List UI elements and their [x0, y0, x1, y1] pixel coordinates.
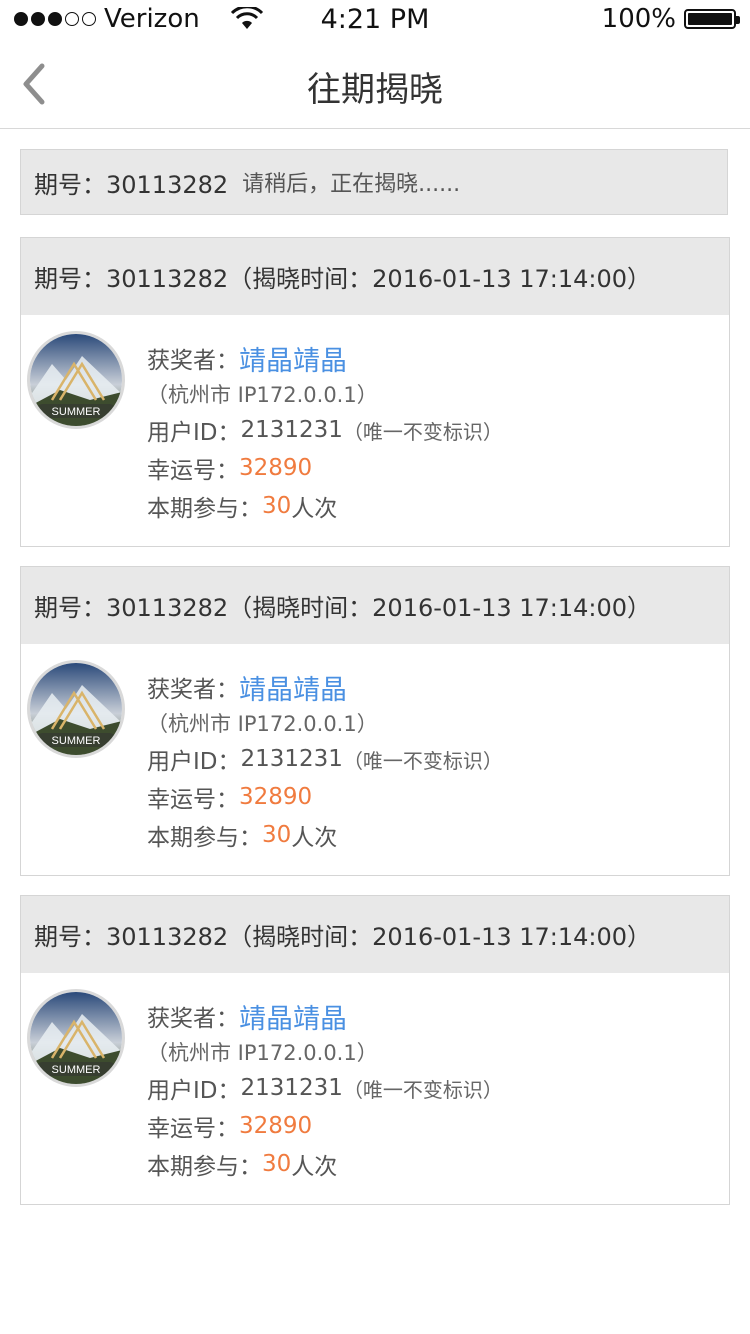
- participation-label: 本期参与：: [147, 825, 262, 851]
- winner-avatar[interactable]: SUMMER: [27, 331, 125, 429]
- user-id-value: 2131231: [240, 746, 343, 772]
- lucky-number-label: 幸运号：: [147, 1116, 239, 1142]
- navigation-bar: 往期揭晓: [0, 42, 750, 129]
- pending-issue-number: 期号：30113282: [34, 170, 229, 199]
- avatar-label: SUMMER: [52, 1064, 101, 1076]
- winner-row: 获奖者： 靖晶靖晶: [147, 339, 503, 377]
- record-body: SUMMER 获奖者： 靖晶靖晶 （杭州市 IP172.0.0.1） 用户ID：…: [21, 644, 729, 875]
- lucky-number-value: 32890: [239, 784, 313, 810]
- lucky-number-row: 幸运号： 32890: [147, 1107, 503, 1145]
- user-id-value: 2131231: [240, 1075, 343, 1101]
- record-body: SUMMER 获奖者： 靖晶靖晶 （杭州市 IP172.0.0.1） 用户ID：…: [21, 973, 729, 1204]
- user-id-label: 用户ID：: [147, 1078, 241, 1104]
- record-card[interactable]: 期号：30113282（揭晓时间：2016-01-13 17:14:00） SU…: [20, 566, 730, 876]
- record-header: 期号：30113282（揭晓时间：2016-01-13 17:14:00）: [21, 238, 729, 315]
- winner-info: 获奖者： 靖晶靖晶 （杭州市 IP172.0.0.1） 用户ID： 213123…: [147, 668, 503, 854]
- winner-name-link[interactable]: 靖晶靖晶: [239, 668, 347, 707]
- record-card[interactable]: 期号：30113282（揭晓时间：2016-01-13 17:14:00） SU…: [20, 895, 730, 1205]
- winner-info: 获奖者： 靖晶靖晶 （杭州市 IP172.0.0.1） 用户ID： 213123…: [147, 339, 503, 525]
- status-bar: Verizon 4:21 PM 100%: [0, 0, 750, 42]
- participation-row: 本期参与： 30 人次: [147, 487, 503, 525]
- avatar-image: SUMMER: [30, 663, 122, 755]
- winner-name-link[interactable]: 靖晶靖晶: [239, 997, 347, 1036]
- page-title: 往期揭晓: [307, 70, 443, 110]
- participation-label: 本期参与：: [147, 1154, 262, 1180]
- participation-label: 本期参与：: [147, 496, 262, 522]
- lucky-number-label: 幸运号：: [147, 458, 239, 484]
- lucky-number-value: 32890: [239, 1113, 313, 1139]
- lucky-number-row: 幸运号： 32890: [147, 449, 503, 487]
- participation-count: 30: [262, 493, 292, 519]
- battery-status: 100%: [601, 4, 740, 34]
- winner-avatar[interactable]: SUMMER: [27, 660, 125, 758]
- participation-row: 本期参与： 30 人次: [147, 1145, 503, 1183]
- location-row: （杭州市 IP172.0.0.1）: [147, 712, 378, 736]
- winner-avatar[interactable]: SUMMER: [27, 989, 125, 1087]
- record-header: 期号：30113282（揭晓时间：2016-01-13 17:14:00）: [21, 567, 729, 644]
- participation-count: 30: [262, 1151, 292, 1177]
- user-id-label: 用户ID：: [147, 749, 241, 775]
- participation-unit: 人次: [291, 496, 338, 522]
- pending-draw-banner: 期号：30113282 请稍后，正在揭晓......: [20, 149, 728, 215]
- lucky-number-label: 幸运号：: [147, 787, 239, 813]
- user-id-value: 2131231: [240, 417, 343, 443]
- winner-label: 获奖者：: [147, 1006, 239, 1032]
- avatar-image: SUMMER: [30, 992, 122, 1084]
- winner-label: 获奖者：: [147, 348, 239, 374]
- user-id-row: 用户ID： 2131231 （唯一不变标识）: [147, 1069, 503, 1107]
- user-id-row: 用户ID： 2131231 （唯一不变标识）: [147, 411, 503, 449]
- winner-info: 获奖者： 靖晶靖晶 （杭州市 IP172.0.0.1） 用户ID： 213123…: [147, 997, 503, 1183]
- location-row: （杭州市 IP172.0.0.1）: [147, 383, 378, 407]
- user-id-label: 用户ID：: [147, 420, 241, 446]
- winner-label: 获奖者：: [147, 677, 239, 703]
- avatar-label: SUMMER: [52, 735, 101, 747]
- lucky-number-row: 幸运号： 32890: [147, 778, 503, 816]
- battery-percent: 100%: [601, 4, 676, 34]
- user-id-row: 用户ID： 2131231 （唯一不变标识）: [147, 740, 503, 778]
- avatar-label: SUMMER: [52, 406, 101, 418]
- location-row: （杭州市 IP172.0.0.1）: [147, 1041, 378, 1065]
- user-id-note: （唯一不变标识）: [342, 419, 503, 444]
- pending-message: 请稍后，正在揭晓......: [242, 172, 461, 197]
- battery-icon: [684, 9, 740, 29]
- participation-count: 30: [262, 822, 292, 848]
- winner-row: 获奖者： 靖晶靖晶: [147, 997, 503, 1035]
- record-card[interactable]: 期号：30113282（揭晓时间：2016-01-13 17:14:00） SU…: [20, 237, 730, 547]
- participation-unit: 人次: [291, 825, 338, 851]
- user-id-note: （唯一不变标识）: [342, 748, 503, 773]
- winner-name-link[interactable]: 靖晶靖晶: [239, 339, 347, 378]
- record-body: SUMMER 获奖者： 靖晶靖晶 （杭州市 IP172.0.0.1） 用户ID：…: [21, 315, 729, 546]
- record-header: 期号：30113282（揭晓时间：2016-01-13 17:14:00）: [21, 896, 729, 973]
- avatar-image: SUMMER: [30, 334, 122, 426]
- winner-row: 获奖者： 靖晶靖晶: [147, 668, 503, 706]
- user-id-note: （唯一不变标识）: [342, 1077, 503, 1102]
- participation-unit: 人次: [291, 1154, 338, 1180]
- participation-row: 本期参与： 30 人次: [147, 816, 503, 854]
- lucky-number-value: 32890: [239, 455, 313, 481]
